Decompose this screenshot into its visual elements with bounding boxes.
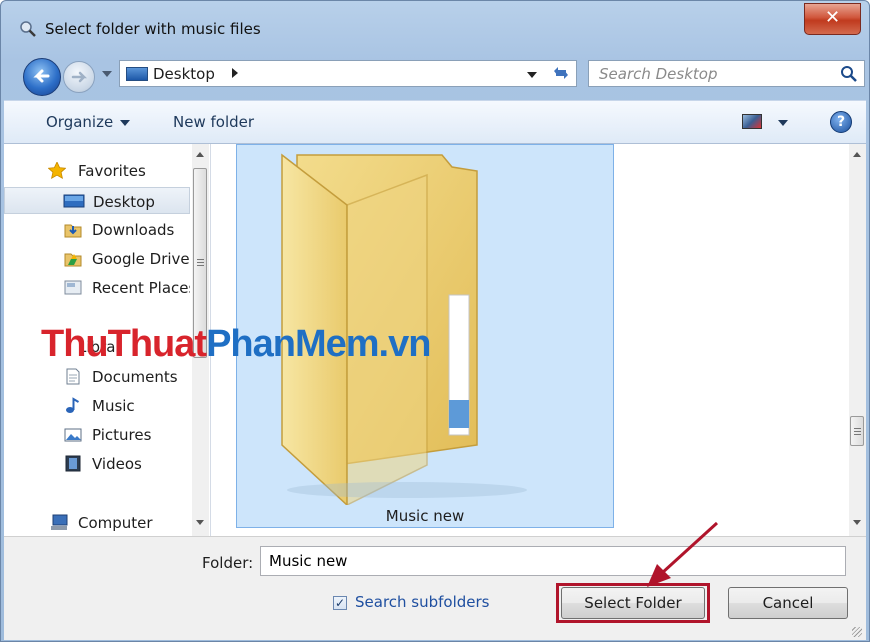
- dialog-window: Select folder with music files ✕ Desktop…: [0, 0, 870, 642]
- annotation-arrow: [647, 521, 719, 587]
